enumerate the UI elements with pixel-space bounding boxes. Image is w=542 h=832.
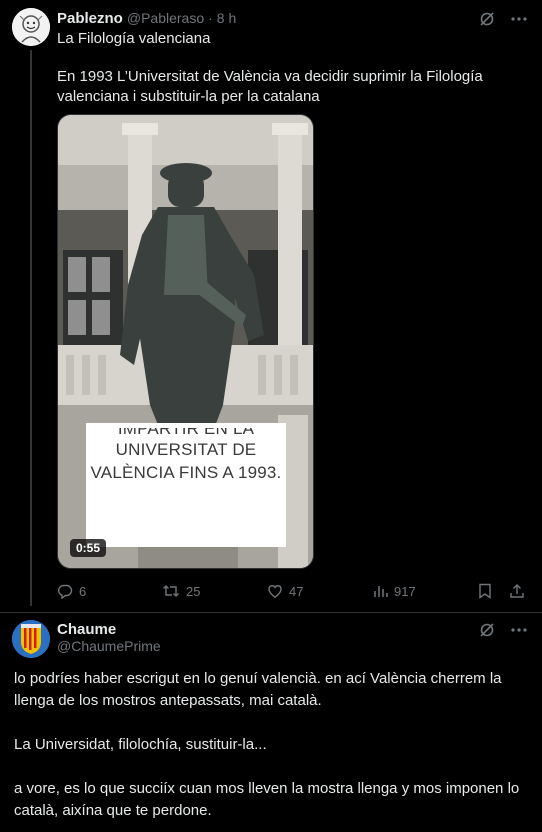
author-name[interactable]: Pablezno [57,10,123,27]
views-icon [374,586,388,597]
reply-count: 6 [79,583,87,599]
author-handle[interactable]: @Pableraso [127,10,204,26]
tweet-paragraph: En 1993 L’Universitat de València va dec… [57,68,483,105]
tweet-header: Pablezno @Pableraso · 8 h [57,8,236,28]
like-count: 47 [289,583,304,599]
reply-author-name[interactable]: Chaume [57,621,116,638]
share-button[interactable] [509,583,525,599]
avatar-pablezno[interactable] [12,8,50,46]
video-duration: 0:55 [70,539,107,557]
video-caption-line: VALÈNCIA FINS A 1993. [90,463,282,482]
like-icon [268,585,282,598]
tweet-actions: 6 25 47 917 [57,583,527,601]
grok-icon[interactable] [478,10,496,28]
bookmark-button[interactable] [478,583,492,599]
reply-paragraph: a vore, es lo que succiíx cuan mos lleve… [14,780,520,819]
tweet-time[interactable]: 8 h [217,10,236,26]
reply-icon [58,584,73,599]
tweet-top-icons [478,10,528,28]
reply-author-handle[interactable]: @ChaumePrime [57,638,161,654]
reply-body: lo podríes haber escrigut en lo genuí va… [14,668,529,832]
tweet-divider [0,612,542,613]
views-button[interactable]: 917 [372,583,416,599]
reply-header: Chaume [57,619,116,639]
video-caption-box: IMPARTIR EN LA UNIVERSITAT DE VALÈNCIA F… [86,423,286,547]
separator-dot: · [208,10,213,26]
reply-paragraph: La Universidat, filolochía, sustituir-la… [14,736,267,753]
thread-line [30,50,32,606]
video-caption-line: UNIVERSITAT DE [115,440,257,459]
like-button[interactable]: 47 [267,583,303,599]
retweet-icon [163,585,179,597]
retweet-button[interactable]: 25 [162,583,200,599]
reply-button[interactable]: 6 [57,583,86,599]
avatar-chaume[interactable] [12,620,50,658]
video-player[interactable]: IMPARTIR EN LA UNIVERSITAT DE VALÈNCIA F… [57,114,314,569]
tweet-original[interactable]: Pablezno @Pableraso · 8 h La Filología v… [0,0,542,612]
bookmark-icon [479,583,491,599]
tweet-title-line: La Filología valenciana [57,30,211,47]
more-icon[interactable] [510,621,528,639]
reply-top-icons [478,621,528,639]
retweet-count: 25 [186,583,201,599]
grok-icon[interactable] [478,621,496,639]
views-count: 917 [394,583,416,599]
more-icon[interactable] [510,10,528,28]
share-icon [510,584,524,598]
reply-paragraph: lo podríes haber escrigut en lo genuí va… [14,670,502,709]
